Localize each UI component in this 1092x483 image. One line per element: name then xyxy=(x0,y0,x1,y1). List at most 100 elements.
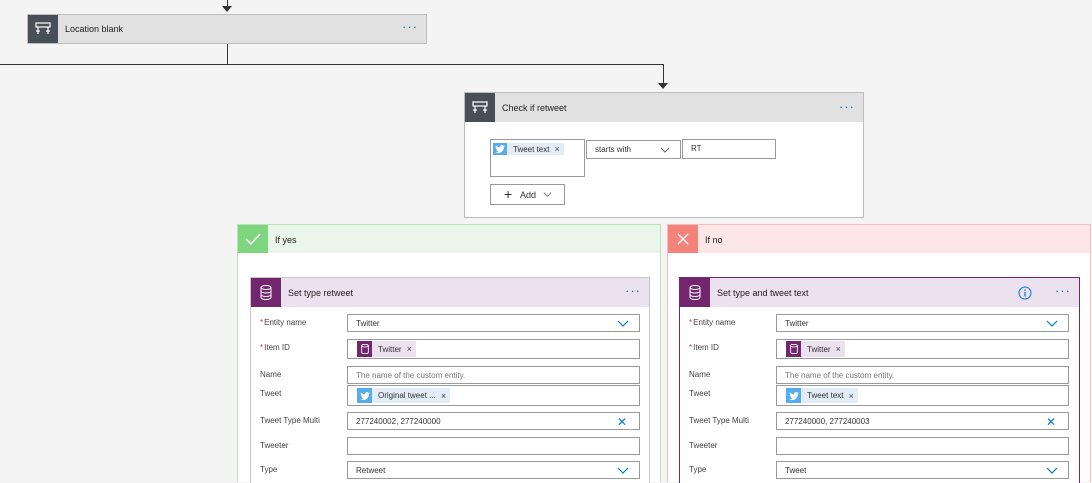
type-value: Retweet xyxy=(356,466,386,475)
remove-token-icon[interactable]: × xyxy=(848,391,853,401)
clear-icon[interactable]: ✕ xyxy=(617,415,627,429)
chevron-down-icon xyxy=(1046,467,1058,474)
info-icon[interactable] xyxy=(1018,286,1032,300)
tweet-text-token-label: Tweet text xyxy=(807,391,844,400)
database-icon xyxy=(786,341,801,357)
tweet-type-multi-value: 277240002, 277240000 xyxy=(356,417,441,426)
item-id-label: *Item ID xyxy=(689,343,719,352)
condition-value: RT xyxy=(691,144,702,153)
database-icon xyxy=(357,341,372,357)
more-options-icon[interactable]: ··· xyxy=(402,19,418,34)
tweet-text-token-label: Tweet text xyxy=(513,144,550,154)
close-icon xyxy=(668,225,698,253)
remove-token-icon[interactable]: × xyxy=(836,344,841,354)
remove-token-icon[interactable]: × xyxy=(554,144,559,154)
database-icon xyxy=(251,278,281,307)
type-dropdown[interactable]: Tweet xyxy=(776,461,1069,479)
condition-icon xyxy=(465,93,495,122)
tweet-text-token: Tweet text × xyxy=(493,143,564,155)
chevron-down-icon xyxy=(1046,320,1058,327)
set-type-retweet-title: Set type retweet xyxy=(288,288,354,298)
name-placeholder: The name of the custom entity. xyxy=(785,371,895,380)
set-type-retweet-header[interactable]: Set type retweet ··· xyxy=(251,278,649,307)
tweet-field[interactable]: Original tweet ... × xyxy=(347,385,640,406)
entity-name-label: *Entity name xyxy=(260,318,307,327)
twitter-entity-token-label: Twitter xyxy=(807,344,831,354)
connector-top-arrow xyxy=(222,6,232,12)
check-if-retweet-header[interactable]: Check if retweet ··· xyxy=(465,93,863,122)
condition-value-input[interactable]: RT xyxy=(682,139,776,159)
item-id-field[interactable]: Twitter × xyxy=(347,339,640,359)
type-label: Type xyxy=(260,465,278,474)
add-condition-button[interactable]: + Add xyxy=(490,184,565,205)
name-label: Name xyxy=(260,370,282,379)
type-label: Type xyxy=(689,465,707,474)
tweet-type-multi-field[interactable]: 277240002, 277240000 ✕ xyxy=(347,412,640,430)
set-type-and-tweet-text-header[interactable]: Set type and tweet text ··· xyxy=(680,278,1079,307)
connector-down xyxy=(227,43,228,64)
check-if-retweet-title: Check if retweet xyxy=(502,103,567,113)
set-type-retweet-card[interactable]: Set type retweet ··· *Entity name Twitte… xyxy=(250,277,650,483)
tweeter-label: Tweeter xyxy=(689,441,718,450)
if-no-header[interactable]: If no xyxy=(668,225,1090,253)
twitter-icon xyxy=(786,388,801,403)
tweet-text-token: Tweet text × xyxy=(786,388,858,403)
original-tweet-token: Original tweet ... × xyxy=(357,388,451,403)
entity-name-dropdown[interactable]: Twitter xyxy=(347,314,640,332)
condition-icon xyxy=(28,15,58,43)
operator-value: starts with xyxy=(595,145,632,154)
name-placeholder: The name of the custom entity. xyxy=(356,371,466,380)
tweeter-input[interactable] xyxy=(776,437,1069,455)
if-yes-title: If yes xyxy=(275,235,297,245)
add-label: Add xyxy=(520,190,537,200)
twitter-icon xyxy=(493,143,507,155)
twitter-entity-token: Twitter × xyxy=(786,341,845,357)
chevron-down-icon xyxy=(617,467,629,474)
entity-name-dropdown[interactable]: Twitter xyxy=(776,314,1069,332)
type-value: Tweet xyxy=(785,466,807,475)
original-tweet-token-label: Original tweet ... xyxy=(378,391,436,400)
clear-icon[interactable]: ✕ xyxy=(1046,415,1056,429)
twitter-entity-token-label: Twitter xyxy=(378,344,402,354)
chevron-down-icon xyxy=(543,192,552,197)
name-input[interactable]: The name of the custom entity. xyxy=(776,366,1069,384)
more-options-icon[interactable]: ··· xyxy=(1055,283,1071,298)
if-yes-header[interactable]: If yes xyxy=(238,225,660,253)
tweet-type-multi-label: Tweet Type Multi xyxy=(260,416,320,425)
tweet-type-multi-label: Tweet Type Multi xyxy=(689,416,749,425)
more-options-icon[interactable]: ··· xyxy=(839,99,855,114)
set-type-and-tweet-text-card[interactable]: Set type and tweet text ··· *Entity name… xyxy=(679,277,1080,483)
chevron-down-icon xyxy=(660,147,670,153)
remove-token-icon[interactable]: × xyxy=(407,344,412,354)
tweeter-input[interactable] xyxy=(347,437,640,455)
tweet-type-multi-value: 277240000, 277240003 xyxy=(785,417,870,426)
more-options-icon[interactable]: ··· xyxy=(625,283,641,298)
twitter-icon xyxy=(357,388,372,403)
twitter-entity-token: Twitter × xyxy=(357,341,416,357)
connector-horizontal xyxy=(0,64,664,65)
tweeter-label: Tweeter xyxy=(260,441,289,450)
if-yes-branch: If yes Set type retweet ··· *Entity name… xyxy=(237,224,661,483)
tweet-label: Tweet xyxy=(260,389,282,398)
entity-name-value: Twitter xyxy=(356,319,380,328)
chevron-down-icon xyxy=(617,320,629,327)
type-dropdown[interactable]: Retweet xyxy=(347,461,640,479)
entity-name-value: Twitter xyxy=(785,319,809,328)
connector-check-arrow xyxy=(658,83,668,89)
tweet-type-multi-field[interactable]: 277240000, 277240003 ✕ xyxy=(776,412,1069,430)
if-no-branch: If no Set type and tweet text ··· *Entit… xyxy=(667,224,1091,483)
checkmark-icon xyxy=(238,225,268,253)
tweet-field[interactable]: Tweet text × xyxy=(776,385,1069,406)
name-input[interactable]: The name of the custom entity. xyxy=(347,366,640,384)
check-if-retweet-card[interactable]: Check if retweet ··· Tweet text × starts… xyxy=(464,92,864,218)
item-id-field[interactable]: Twitter × xyxy=(776,339,1069,359)
location-blank-card[interactable]: Location blank ··· xyxy=(27,14,427,44)
name-label: Name xyxy=(689,370,711,379)
remove-token-icon[interactable]: × xyxy=(441,391,446,401)
condition-operator-dropdown[interactable]: starts with xyxy=(586,140,681,159)
tweet-label: Tweet xyxy=(689,389,711,398)
location-blank-title: Location blank xyxy=(65,24,124,34)
plus-icon: + xyxy=(504,186,513,202)
location-blank-header[interactable]: Location blank ··· xyxy=(28,15,426,43)
condition-left-operand[interactable]: Tweet text × xyxy=(490,139,585,177)
